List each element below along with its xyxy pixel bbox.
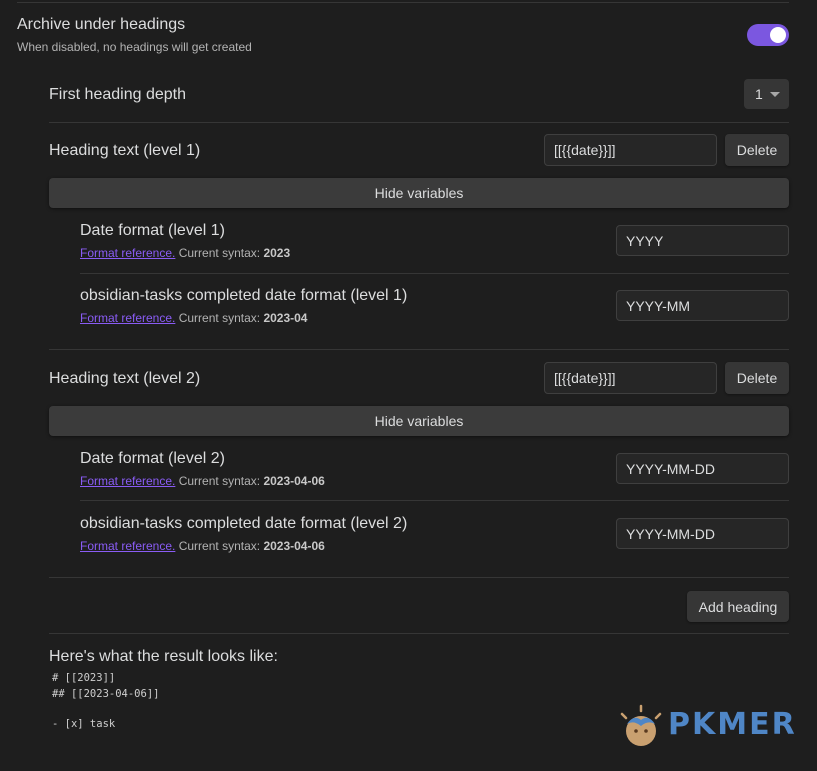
syntax-value: 2023 [263,246,291,260]
heading-1-var-1-input[interactable]: YYYY [616,225,789,256]
pkmer-logo-icon [620,704,662,746]
syntax-value: 2023-04-06 [263,474,325,488]
syntax-label: Current syntax: [178,311,261,325]
heading-2-title: Heading text (level 2) [49,370,201,387]
preview-line: # [[2023]] [52,672,116,684]
heading-2-hide-variables-button[interactable]: Hide variables [49,406,789,436]
heading-1-input[interactable]: [[{{date}}]] [544,134,717,166]
top-divider [17,2,789,3]
archive-title: Archive under headings [17,16,186,33]
divider [80,273,789,274]
heading-2-delete-button[interactable]: Delete [725,362,789,394]
add-heading-button[interactable]: Add heading [687,591,789,622]
depth-select[interactable]: 1 [744,79,789,109]
depth-title: First heading depth [49,86,186,103]
archive-description: When disabled, no headings will get crea… [17,40,252,54]
pkmer-logo-text: PKMER [668,707,797,742]
preview-line: - [x] task [52,718,116,730]
syntax-label: Current syntax: [178,246,261,260]
heading-2-input[interactable]: [[{{date}}]] [544,362,717,394]
archive-toggle[interactable] [747,24,789,46]
heading-1-var-2-input[interactable]: YYYY-MM [616,290,789,321]
syntax-label: Current syntax: [178,539,261,553]
syntax-value: 2023-04-06 [263,539,325,553]
divider [49,577,789,578]
heading-2-var-1-title: Date format (level 2) [80,450,225,467]
chevron-down-icon [770,92,780,97]
toggle-knob [770,27,786,43]
depth-select-value: 1 [755,86,763,102]
syntax-label: Current syntax: [178,474,261,488]
divider [49,349,789,350]
divider [80,500,789,501]
format-reference-link[interactable]: Format reference. [80,246,175,260]
heading-2-var-1-desc: Format reference. Current syntax: 2023-0… [80,474,325,488]
pkmer-logo: PKMER [618,704,800,748]
heading-1-title: Heading text (level 1) [49,142,201,159]
format-reference-link[interactable]: Format reference. [80,474,175,488]
heading-1-hide-variables-button[interactable]: Hide variables [49,178,789,208]
heading-2-var-2-title: obsidian-tasks completed date format (le… [80,515,408,532]
syntax-value: 2023-04 [263,311,308,325]
heading-2-var-2-desc: Format reference. Current syntax: 2023-0… [80,539,325,553]
divider [49,122,789,123]
heading-1-var-1-desc: Format reference. Current syntax: 2023 [80,246,290,260]
preview-title: Here's what the result looks like: [49,648,278,665]
heading-2-var-2-input[interactable]: YYYY-MM-DD [616,518,789,549]
heading-1-var-2-title: obsidian-tasks completed date format (le… [80,287,408,304]
heading-1-var-1-title: Date format (level 1) [80,222,225,239]
format-reference-link[interactable]: Format reference. [80,539,175,553]
heading-1-var-2-desc: Format reference. Current syntax: 2023-0… [80,311,307,325]
format-reference-link[interactable]: Format reference. [80,311,175,325]
preview-line: ## [[2023-04-06]] [52,688,160,700]
divider [49,633,789,634]
heading-2-var-1-input[interactable]: YYYY-MM-DD [616,453,789,484]
heading-1-delete-button[interactable]: Delete [725,134,789,166]
